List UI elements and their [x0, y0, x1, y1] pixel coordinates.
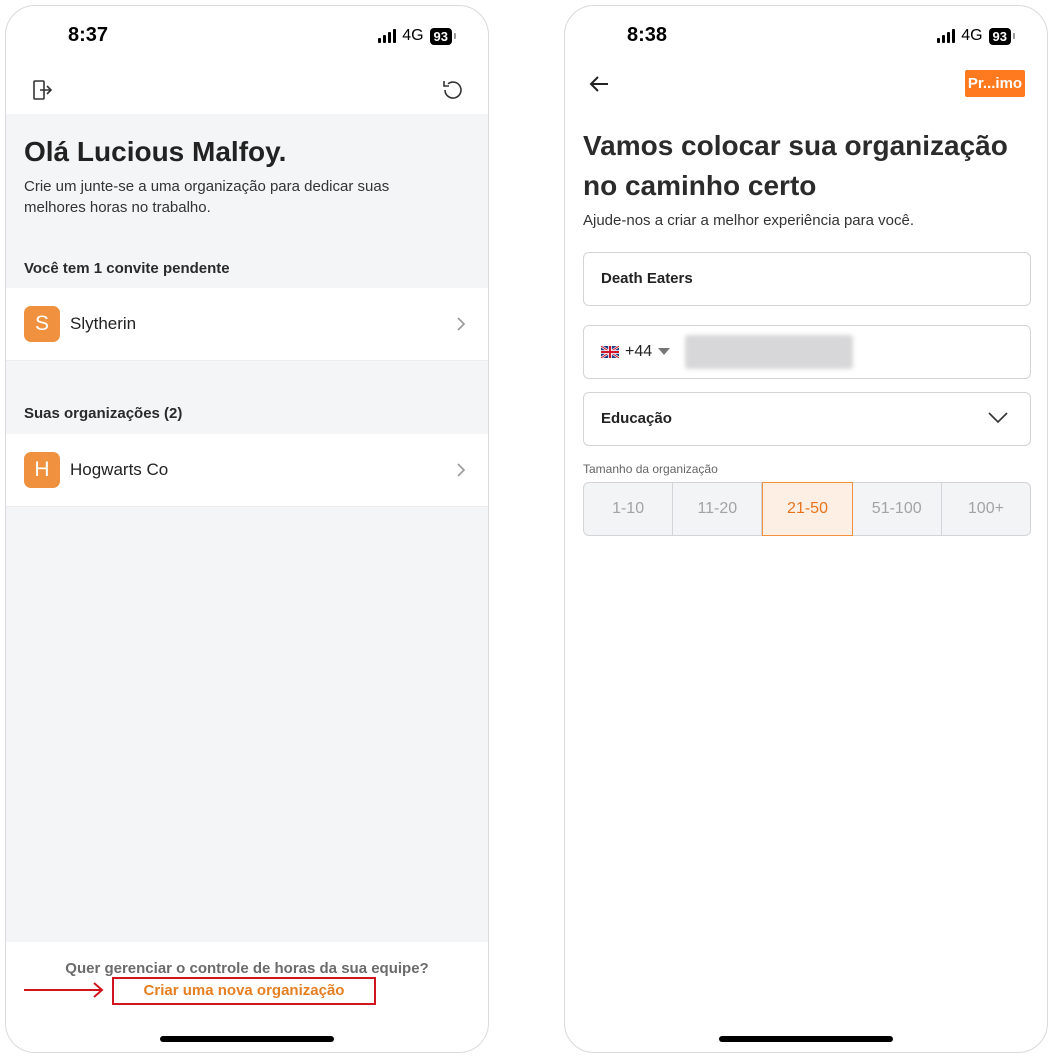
footer-question: Quer gerenciar o controle de horas da su… [65, 960, 429, 977]
battery-icon: 93 [429, 27, 457, 45]
battery-icon: 93 [988, 27, 1016, 45]
org-avatar: S [24, 306, 60, 342]
status-time: 8:38 [627, 24, 668, 46]
chevron-down-icon [988, 412, 1008, 424]
country-code: +44 [625, 343, 653, 360]
next-button[interactable]: Pr...imo [965, 70, 1025, 97]
main-content: Olá Lucious Malfoy. Crie um junte-se a u… [6, 114, 488, 942]
org-row-hogwarts[interactable]: H Hogwarts Co [6, 434, 488, 507]
refresh-icon[interactable] [438, 76, 466, 104]
country-code-select[interactable]: +44 [601, 343, 671, 361]
home-indicator [719, 1036, 893, 1042]
create-organization-link[interactable]: Criar uma nova organização [112, 977, 376, 1005]
organization-name-value: Death Eaters [601, 270, 693, 287]
page-title: Vamos colocar sua organização no caminho… [583, 130, 1008, 201]
page-subtitle: Ajude-nos a criar a melhor experiência p… [583, 212, 915, 229]
status-bar: 8:37 4G 93 [6, 6, 488, 64]
status-icons: 4G 93 [378, 27, 457, 45]
org-name: Hogwarts Co [70, 460, 169, 479]
signal-icon [937, 29, 956, 43]
organization-name-field[interactable]: Death Eaters [583, 252, 1031, 306]
network-type: 4G [402, 27, 424, 44]
industry-select[interactable]: Educação [583, 392, 1031, 446]
chevron-right-icon [457, 317, 466, 331]
size-option-100-plus[interactable]: 100+ [942, 483, 1030, 535]
size-option-11-20[interactable]: 11-20 [673, 483, 763, 535]
phone-screen-right: 8:38 4G 93 Pr...imo Vamos colocar sua or… [564, 5, 1048, 1053]
size-option-21-50[interactable]: 21-50 [762, 482, 853, 536]
invite-row-slytherin[interactable]: S Slytherin [6, 288, 488, 361]
back-arrow-icon[interactable] [585, 70, 613, 98]
status-icons: 4G 93 [937, 27, 1016, 45]
phone-screen-left: 8:37 4G 93 Olá Lucious Malfoy. Crie um j… [5, 5, 489, 1053]
invites-section-label: Você tem 1 convite pendente [24, 260, 230, 277]
org-avatar: H [24, 452, 60, 488]
arrow-right-icon [24, 982, 104, 998]
industry-value: Educação [601, 410, 672, 427]
phone-field[interactable]: +44 [583, 325, 1031, 379]
org-name: Slytherin [70, 314, 137, 333]
org-size-selector: 1-10 11-20 21-50 51-100 100+ [583, 482, 1031, 536]
caret-down-icon [658, 348, 671, 355]
size-option-51-100[interactable]: 51-100 [853, 483, 942, 535]
org-size-label: Tamanho da organização [583, 462, 718, 476]
footer: Quer gerenciar o controle de horas da su… [6, 942, 488, 1052]
greeting-subtitle: Crie um junte-se a uma organização para … [24, 178, 390, 216]
signal-icon [378, 29, 397, 43]
network-type: 4G [961, 27, 983, 44]
top-bar [6, 64, 488, 114]
status-bar: 8:38 4G 93 [565, 6, 1047, 64]
uk-flag-icon [601, 346, 619, 358]
home-indicator [160, 1036, 334, 1042]
phone-number-redacted[interactable] [685, 335, 853, 369]
chevron-right-icon [457, 463, 466, 477]
logout-icon[interactable] [28, 76, 56, 104]
greeting-title: Olá Lucious Malfoy. [24, 136, 287, 167]
orgs-section-label: Suas organizações (2) [24, 405, 183, 422]
status-time: 8:37 [68, 24, 109, 46]
size-option-1-10[interactable]: 1-10 [584, 483, 674, 535]
